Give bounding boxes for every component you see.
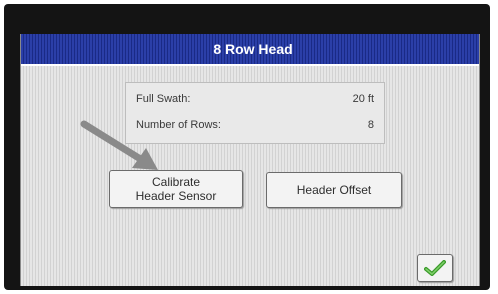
calibrate-button-line1: Calibrate	[151, 175, 201, 189]
number-of-rows-value: 8	[367, 119, 374, 131]
checkmark-icon	[424, 260, 446, 276]
info-row-full-swath: Full Swath: 20 ft	[136, 93, 374, 109]
photo-background: 8 Row Head Full Swath: 20 ft Number of R…	[0, 0, 498, 294]
header-offset-button[interactable]: Header Offset	[266, 172, 402, 208]
full-swath-value: 20 ft	[352, 93, 374, 105]
ok-button[interactable]	[417, 254, 453, 282]
info-panel: Full Swath: 20 ft Number of Rows: 8	[125, 82, 385, 144]
display-screen: 8 Row Head Full Swath: 20 ft Number of R…	[20, 34, 480, 286]
number-of-rows-label: Number of Rows:	[136, 119, 221, 131]
calibrate-header-sensor-button[interactable]: Calibrate Header Sensor	[109, 170, 243, 208]
header-offset-label: Header Offset	[296, 183, 372, 197]
title-bar: 8 Row Head	[21, 34, 479, 66]
calibrate-button-line2: Header Sensor	[135, 189, 217, 203]
full-swath-label: Full Swath:	[136, 93, 191, 105]
window-title: 8 Row Head	[213, 41, 293, 57]
info-row-number-of-rows: Number of Rows: 8	[136, 119, 374, 135]
